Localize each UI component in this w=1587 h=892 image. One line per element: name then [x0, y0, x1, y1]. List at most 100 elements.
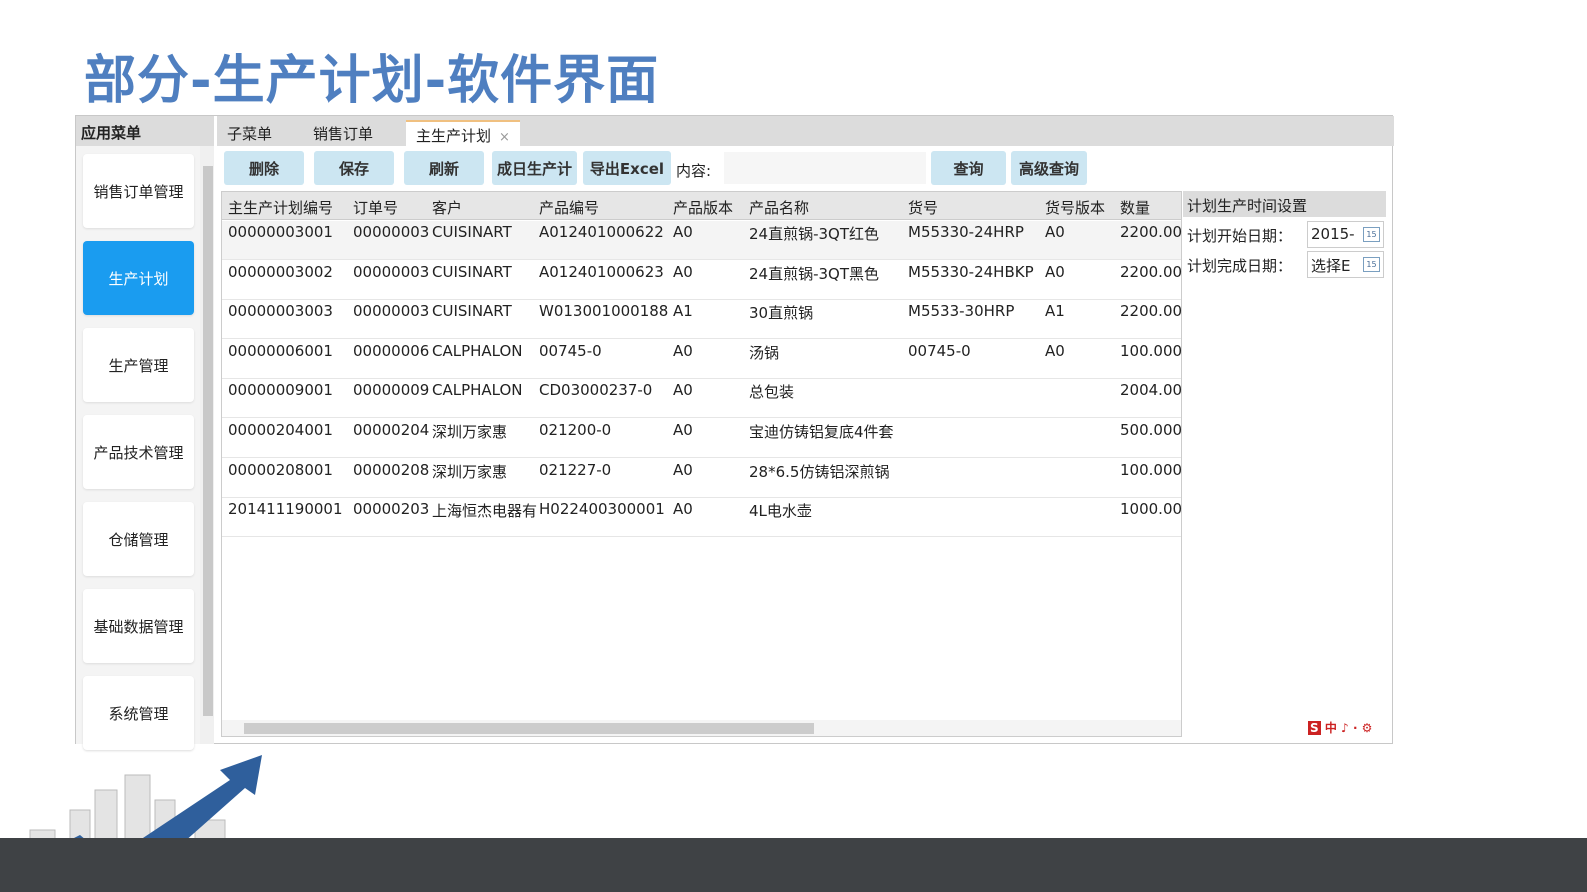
table-cell: CUISINART: [432, 223, 512, 241]
table-cell: 2004.00: [1120, 381, 1182, 400]
tab-master-plan[interactable]: 主生产计划 ×: [406, 120, 520, 146]
sidebar-item[interactable]: 基础数据管理: [83, 589, 194, 663]
table-cell: 00000009: [353, 381, 430, 400]
table-cell: M55330-24HBKP: [908, 262, 1034, 281]
table-cell: A0: [673, 500, 693, 519]
table-cell: M55330-24HRP: [908, 223, 1024, 241]
table-cell: 上海恒杰电器有: [432, 502, 538, 521]
table-row[interactable]: 00000009001 00000009 CALPHALON CD03000237-0…: [222, 379, 1182, 419]
delete-button[interactable]: 删除: [224, 151, 304, 185]
table-cell: CALPHALON: [432, 381, 523, 400]
sidebar-item[interactable]: 仓储管理: [83, 502, 194, 576]
save-button[interactable]: 保存: [314, 151, 394, 185]
refresh-button[interactable]: 刷新: [404, 151, 484, 185]
column-header[interactable]: 货号: [908, 197, 1044, 218]
column-header[interactable]: 产品版本: [673, 197, 748, 218]
table-cell: 28*6.5仿铸铝深煎锅: [749, 462, 890, 481]
sidebar-scrollbar[interactable]: [200, 146, 214, 744]
table-cell: 30直煎锅: [749, 304, 814, 323]
column-header[interactable]: 数量: [1120, 197, 1182, 218]
close-icon[interactable]: ×: [499, 130, 510, 145]
ime-chinese-icon: 中: [1324, 721, 1337, 735]
table-cell: A0: [1045, 341, 1065, 360]
ime-punct-icon: ♪: [1341, 721, 1349, 735]
table-cell: 00000208001: [228, 460, 333, 479]
table-cell: A1: [1045, 302, 1065, 321]
content-input[interactable]: [724, 152, 926, 184]
sidebar-item[interactable]: 产品技术管理: [83, 415, 194, 489]
table-cell: A0: [673, 421, 693, 439]
export-excel-button[interactable]: 导出Excel: [583, 151, 671, 185]
sidebar-item[interactable]: 生产计划: [83, 241, 194, 315]
table-row[interactable]: 00000003001 00000003 CUISINART A01240100062…: [222, 221, 1182, 260]
ime-settings-icon: ⚙: [1361, 721, 1373, 735]
table-cell: 021227-0: [539, 460, 612, 479]
table-cell: A0: [673, 381, 693, 400]
column-header[interactable]: 订单号: [353, 197, 431, 218]
sidebar-header: 应用菜单: [76, 116, 214, 146]
tab-label: 主生产计划: [416, 127, 492, 145]
column-header[interactable]: 产品编号: [539, 197, 672, 218]
table-row[interactable]: 00000003003 00000003 CUISINART W01300100018…: [222, 300, 1182, 340]
table-cell: A0: [673, 460, 693, 479]
table-row[interactable]: 00000204001 00000204 深圳万家惠 021200-0 A0 宝迪仿铸铝复…: [222, 419, 1182, 458]
calendar-icon[interactable]: 15: [1363, 227, 1380, 242]
table-cell: 00745-0: [908, 341, 971, 360]
table-cell: 00000003003: [228, 302, 333, 321]
table-cell: 24直煎锅-3QT黑色: [749, 264, 880, 283]
content-label: 内容:: [676, 162, 712, 180]
table-row[interactable]: 201411190001 00000203 上海恒杰电器有 H022400300001…: [222, 498, 1182, 538]
sidebar-item[interactable]: 销售订单管理: [83, 154, 194, 228]
column-header[interactable]: 产品名称: [749, 197, 907, 218]
horizontal-scrollbar[interactable]: [222, 720, 1181, 736]
table-cell: 00000003: [353, 302, 430, 321]
table-cell: A0: [1045, 262, 1065, 281]
table-cell: 00000203: [353, 500, 430, 519]
column-header[interactable]: 主生产计划编号: [228, 197, 352, 218]
table-cell: A0: [1045, 223, 1065, 241]
advanced-query-button[interactable]: 高级查询: [1011, 151, 1087, 185]
table-cell: 总包装: [749, 383, 795, 402]
table-cell: 00000003: [353, 223, 430, 241]
ime-logo-icon: S: [1308, 721, 1321, 735]
table-row[interactable]: 00000003002 00000003 CUISINART A01240100062…: [222, 261, 1182, 300]
plan-time-panel: 计划生产时间设置 计划开始日期： 2015- 15 计划完成日期： 选择E 15: [1183, 191, 1386, 737]
table-cell: 100.000: [1120, 460, 1182, 479]
query-button[interactable]: 查询: [931, 151, 1006, 185]
tab-sales-order[interactable]: 销售订单: [303, 120, 383, 146]
tab-label: 销售订单: [313, 125, 374, 143]
start-date-label: 计划开始日期：: [1187, 227, 1293, 245]
table-cell: 2200.00: [1120, 302, 1182, 321]
table-cell: 100.000: [1120, 341, 1182, 360]
table-cell: 00000204001: [228, 421, 333, 439]
calendar-icon[interactable]: 15: [1363, 257, 1380, 272]
end-date-label: 计划完成日期：: [1187, 257, 1293, 275]
slide-title: 部分-生产计划-软件界面: [84, 51, 660, 111]
table-row[interactable]: 00000208001 00000208 深圳万家惠 021227-0 A0 28*6.5…: [222, 459, 1182, 498]
sidebar-item[interactable]: 生产管理: [83, 328, 194, 402]
table-cell: H022400300001: [539, 500, 665, 519]
generate-plan-button[interactable]: 成日生产计: [492, 151, 577, 185]
column-header[interactable]: 客户: [432, 197, 538, 218]
end-date-value: 选择E: [1311, 257, 1351, 275]
start-date-input[interactable]: 2015- 15: [1307, 221, 1384, 248]
table-cell: CD03000237-0: [539, 381, 653, 400]
table-row[interactable]: 00000006001 00000006 CALPHALON 00745-0 A0 汤锅 0…: [222, 340, 1182, 379]
sidebar-item[interactable]: 系统管理: [83, 676, 194, 750]
table-cell: 021200-0: [539, 421, 612, 439]
table-cell: 00000208: [353, 460, 430, 479]
end-date-input[interactable]: 选择E 15: [1307, 251, 1384, 278]
column-header[interactable]: 货号版本: [1045, 197, 1119, 218]
table-cell: 00000003001: [228, 223, 333, 241]
table-cell: 4L电水壶: [749, 502, 812, 521]
table-cell: CALPHALON: [432, 341, 523, 360]
sidebar: 销售订单管理 生产计划生产管理产品技术管理 仓储管理基础数据管理 系统管理: [76, 146, 214, 750]
table-cell: 2200.00: [1120, 223, 1182, 241]
panel-title: 计划生产时间设置: [1183, 191, 1386, 217]
tab-submenu[interactable]: 子菜单: [217, 120, 282, 146]
table-cell: M5533-30HRP: [908, 302, 1015, 321]
table-cell: 00745-0: [539, 341, 602, 360]
table-cell: CUISINART: [432, 302, 512, 321]
table-cell: 00000003002: [228, 262, 333, 281]
ime-toolbar[interactable]: S 中 ♪ ∙ ⚙: [1308, 719, 1372, 736]
